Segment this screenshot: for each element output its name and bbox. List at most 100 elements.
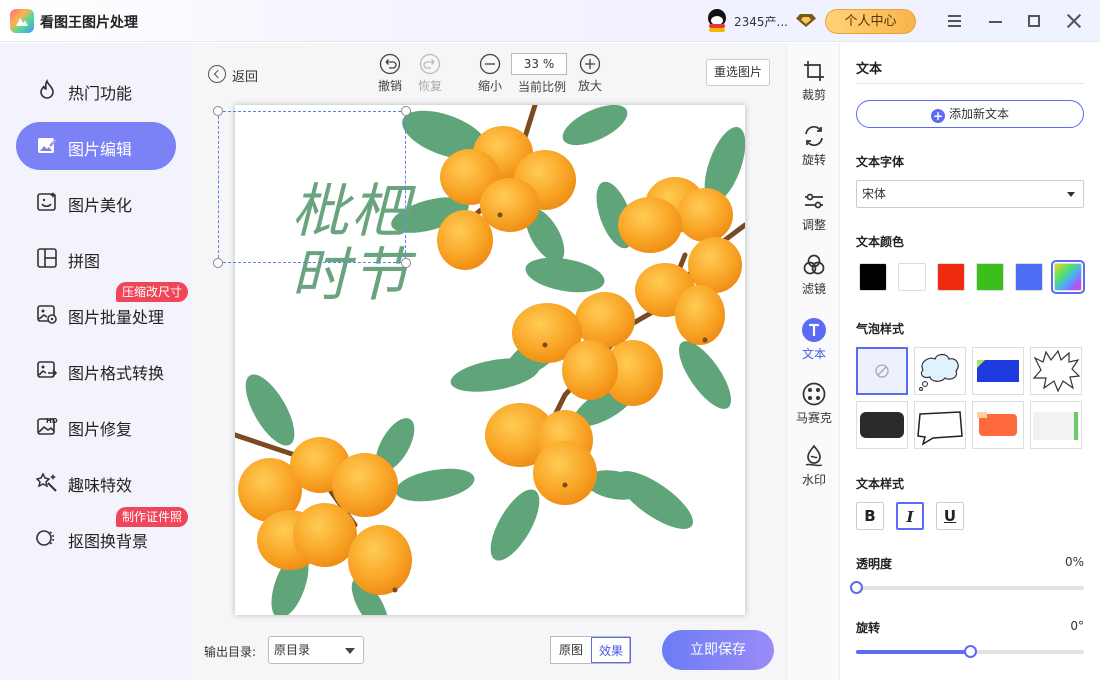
bubble-outline[interactable] — [914, 401, 966, 449]
sidebar-item-label: 热门功能 — [68, 84, 133, 103]
redo-icon — [419, 53, 441, 75]
zoom-input[interactable]: 33 % — [511, 53, 567, 75]
no-bubble-icon — [875, 364, 889, 378]
sidebar-item-label: 抠图换背景 — [68, 532, 149, 551]
app-logo-icon — [10, 9, 34, 33]
tool-rail: 裁剪 旋转 调整 滤镜 文本 马赛克 水印 — [786, 43, 840, 680]
sidebar-item-label: 图片批量处理 — [68, 308, 165, 327]
mosaic-icon — [802, 382, 826, 406]
resize-handle[interactable] — [213, 106, 223, 116]
light-bubble-icon — [1033, 412, 1079, 440]
user-name[interactable]: 2345产... — [734, 13, 788, 30]
save-button[interactable]: 立即保存 — [662, 630, 774, 670]
sidebar-item-label: 图片美化 — [68, 196, 133, 215]
rotate-slider[interactable] — [856, 645, 1084, 658]
original-view-button[interactable]: 原图 — [551, 637, 591, 663]
rotate-icon — [805, 125, 823, 147]
rail-item-mosaic[interactable]: 马赛克 — [787, 382, 841, 432]
opacity-slider-knob[interactable] — [850, 581, 863, 594]
font-select[interactable]: 宋体 — [856, 180, 1084, 208]
resize-handle[interactable] — [401, 106, 411, 116]
plus-circle-icon — [579, 53, 601, 75]
vip-diamond-icon[interactable] — [796, 12, 816, 28]
minimize-icon[interactable] — [985, 10, 1007, 32]
zoom-in-button[interactable]: 放大 — [570, 53, 610, 93]
opacity-slider[interactable] — [850, 581, 1084, 594]
bubble-burst[interactable] — [1030, 347, 1082, 395]
batch-badge: 压缩改尺寸 — [116, 282, 189, 302]
magic-wand-icon — [36, 472, 57, 492]
color-swatch-green[interactable] — [976, 263, 1004, 291]
resize-handle[interactable] — [213, 258, 223, 268]
editor-main: 返回 撤销 恢复 缩小 33 % 当前比例 放大 重选图片 枇杷 时节 输出目录… — [192, 43, 786, 680]
bubble-none[interactable] — [856, 347, 908, 395]
sidebar-item-label: 图片修复 — [68, 420, 133, 439]
cloud-bubble-icon — [919, 353, 959, 391]
bubble-label: 气泡样式 — [856, 322, 905, 336]
rail-item-filter[interactable]: 滤镜 — [787, 253, 841, 303]
outline-bubble-icon — [917, 411, 963, 446]
color-swatch-blue[interactable] — [1015, 263, 1043, 291]
image-beautify-icon — [37, 192, 56, 211]
sidebar-item-collage[interactable]: 拼图 — [16, 234, 176, 282]
qq-avatar-icon[interactable] — [706, 9, 728, 33]
sidebar-item-label: 趣味特效 — [68, 476, 133, 495]
chevron-down-icon — [345, 648, 355, 654]
underline-button[interactable]: U — [936, 502, 964, 530]
banner-bubble-icon — [977, 360, 1019, 382]
sidebar-item-label: 拼图 — [68, 252, 101, 271]
redo-button[interactable]: 恢复 — [410, 53, 450, 93]
image-edit-icon — [38, 138, 58, 153]
bubble-light[interactable] — [1030, 401, 1082, 449]
rail-item-watermark[interactable]: 水印 — [787, 444, 841, 494]
sidebar-item-repair[interactable]: HD 图片修复 — [16, 402, 176, 450]
reselect-image-button[interactable]: 重选图片 — [706, 59, 770, 86]
personal-center-button[interactable]: 个人中心 — [825, 9, 916, 34]
rail-item-text[interactable]: 文本 — [787, 318, 841, 368]
text-selection-box[interactable] — [218, 111, 406, 263]
orange-bubble-icon — [977, 412, 1017, 436]
color-swatch-white[interactable] — [898, 263, 926, 291]
add-text-button[interactable]: + 添加新文本 — [856, 100, 1084, 128]
maximize-icon[interactable] — [1023, 10, 1045, 32]
close-icon[interactable] — [1063, 10, 1085, 32]
menu-icon[interactable] — [944, 10, 966, 32]
burst-bubble-icon — [1032, 349, 1081, 393]
sidebar-item-beautify[interactable]: 图片美化 — [16, 178, 176, 226]
effect-view-button[interactable]: 效果 — [591, 637, 631, 663]
watermark-icon — [805, 444, 823, 467]
color-swatch-rainbow[interactable] — [1051, 260, 1085, 294]
crop-icon — [804, 61, 824, 81]
view-toggle: 原图 效果 — [550, 636, 631, 664]
italic-button[interactable]: I — [896, 502, 924, 530]
undo-button[interactable]: 撤销 — [370, 53, 410, 93]
color-label: 文本颜色 — [856, 235, 905, 249]
bubble-dark[interactable] — [856, 401, 908, 449]
dark-bubble-icon — [860, 412, 904, 438]
bold-button[interactable]: B — [856, 502, 884, 530]
zoom-out-button[interactable]: 缩小 — [470, 53, 510, 93]
color-swatch-black[interactable] — [859, 263, 887, 291]
rotate-slider-knob[interactable] — [964, 645, 977, 658]
svg-text:HD: HD — [46, 417, 58, 425]
sidebar-item-hot[interactable]: 热门功能 — [16, 66, 176, 114]
rail-item-adjust[interactable]: 调整 — [787, 189, 841, 239]
bubble-orange[interactable] — [972, 401, 1024, 449]
sidebar-item-format-convert[interactable]: 图片格式转换 — [16, 346, 176, 394]
sidebar: 热门功能 图片编辑 图片美化 拼图 图片批量处理 压缩改尺寸 图片格式转换 HD… — [0, 43, 192, 680]
bubble-blue-banner[interactable] — [972, 347, 1024, 395]
plus-icon: + — [930, 109, 945, 123]
minus-circle-icon — [479, 53, 501, 75]
undo-icon — [379, 53, 401, 75]
text-panel: 文本 + 添加新文本 文本字体 宋体 文本颜色 气泡样式 文本样式 B I U 透… — [840, 43, 1100, 680]
batch-icon — [37, 305, 57, 324]
color-swatch-red[interactable] — [937, 263, 965, 291]
rail-item-rotate[interactable]: 旋转 — [787, 124, 841, 174]
output-dir-select[interactable]: 原目录 — [268, 636, 364, 664]
rail-item-crop[interactable]: 裁剪 — [787, 59, 841, 109]
sidebar-item-image-edit[interactable]: 图片编辑 — [16, 122, 176, 170]
sidebar-item-effects[interactable]: 趣味特效 — [16, 458, 176, 506]
resize-handle[interactable] — [401, 258, 411, 268]
title-bar: 看图王图片处理 2345产... 个人中心 — [0, 0, 1100, 42]
bubble-cloud[interactable] — [914, 347, 966, 395]
